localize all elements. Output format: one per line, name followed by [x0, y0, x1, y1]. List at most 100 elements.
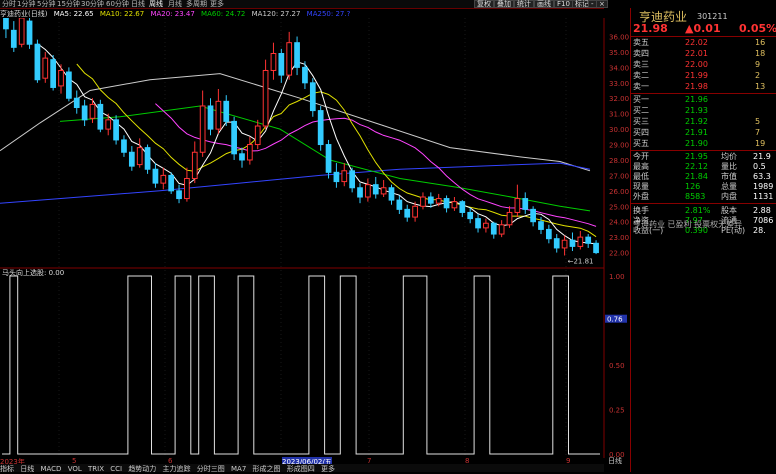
indicator-tick-label: 0.50	[609, 362, 625, 370]
indicator-current-value: 0.76	[607, 316, 623, 324]
overlay-button[interactable]: 叠加	[494, 0, 514, 8]
candle-down	[467, 211, 474, 220]
tab-period-8[interactable]: 月线	[168, 0, 182, 9]
kline-chart[interactable]: ← 39.05←21.81 1.000.760.500.250.000.76日线…	[0, 18, 630, 472]
close-button[interactable]: ×	[596, 0, 608, 8]
bid-row: 买五 21.90 19	[633, 139, 766, 148]
candle-up	[184, 177, 190, 200]
price-tick-label: 30.00	[609, 126, 629, 134]
candle-down	[144, 147, 151, 170]
candle-down	[553, 238, 560, 249]
candle-up	[506, 211, 513, 226]
candle-up	[561, 239, 568, 249]
candle-up	[199, 105, 206, 153]
candle-down	[357, 187, 363, 198]
candle-down	[443, 198, 450, 209]
tab-period-9[interactable]: 多周期	[186, 0, 207, 9]
candle-down	[231, 120, 237, 155]
signal-line	[2, 275, 600, 455]
draw-button[interactable]: 画线	[534, 0, 554, 8]
ask-row: 卖五 22.02 16	[633, 38, 766, 47]
candle-up	[435, 198, 442, 204]
candle-down	[404, 208, 411, 218]
candle-up	[270, 52, 277, 71]
candle-down	[34, 43, 41, 81]
indicator-tick-label: 0.25	[609, 407, 625, 415]
price-tick-label: 23.00	[609, 234, 629, 242]
candle-down	[459, 201, 466, 213]
price-tick-label: 22.00	[609, 250, 629, 258]
candle-down	[522, 198, 529, 210]
ask-row: 卖一 21.98 13	[633, 82, 766, 91]
tab-period-0[interactable]: 分时	[2, 0, 16, 9]
price-change: ▲0.01	[685, 22, 721, 35]
candle-up	[380, 187, 387, 195]
stock-code: 301211	[697, 12, 728, 21]
ma60-label: MA60: 24.72	[201, 10, 246, 18]
candle-down	[113, 119, 119, 141]
date-axis: 2023年 5 6 2023/06/02/五 7 8 9	[0, 457, 604, 467]
fuquan-button[interactable]: 复权	[474, 0, 494, 8]
ma10-label: MA10: 22.67	[99, 10, 145, 18]
tab-period-2[interactable]: 5分钟	[37, 0, 55, 9]
candle-down	[26, 20, 33, 45]
price-tick-label: 26.00	[609, 188, 629, 196]
candle-up	[498, 224, 505, 235]
tab-period-10[interactable]: 更多	[210, 0, 224, 9]
f10-button[interactable]: F10	[554, 0, 573, 8]
candle-up	[341, 170, 348, 183]
candle-down	[538, 221, 544, 230]
quote-panel: 亨迪药业 301211 21.98 ▲0.01 0.05% 卖五 22.02 16 卖…	[630, 8, 776, 472]
candle-down	[545, 228, 552, 240]
ma120-label: MA120: 27.27	[251, 10, 301, 18]
candle-up	[262, 69, 269, 127]
candle-up	[412, 205, 418, 218]
price-change-pct: 0.05%	[739, 22, 776, 35]
indicator-tabs: 指标 日线 MACD VOL TRIX CCI 趋势动力 主力追踪 分时三图 M…	[0, 464, 604, 473]
tab-period-5[interactable]: 60分钟	[106, 0, 129, 9]
low-price-label: ←21.81	[568, 258, 594, 266]
stats-button[interactable]: 统计	[514, 0, 534, 8]
candle-down	[372, 184, 379, 195]
candle-down	[294, 42, 300, 68]
tab-period-4[interactable]: 30分钟	[81, 0, 104, 9]
candle-up	[42, 57, 49, 79]
candle-down	[239, 153, 245, 161]
ask-row: 卖四 22.01 18	[633, 49, 766, 58]
candle-up	[89, 103, 96, 119]
price-tick-label: 29.00	[609, 142, 629, 150]
candle-down	[207, 105, 214, 130]
candle-down	[333, 171, 340, 183]
ma20-line	[155, 103, 597, 227]
candle-down	[325, 144, 332, 173]
price-tick-label: 32.00	[609, 95, 629, 103]
tab-period-6[interactable]: 日线	[131, 0, 145, 9]
candle-down	[66, 71, 72, 99]
candle-down	[128, 151, 135, 167]
tab-period-1[interactable]: 1分钟	[17, 0, 35, 9]
tab-period-3[interactable]: 15分钟	[57, 0, 80, 9]
period-label: 日线	[608, 456, 622, 465]
stat-row-2: 换手 2.81% 股本 2.88	[633, 206, 771, 215]
tab-period-7[interactable]: 周线	[149, 0, 163, 9]
price-tick-label: 28.00	[609, 157, 629, 165]
stat-row: 今开 21.95 均价 21.9	[633, 152, 771, 161]
candle-down	[490, 222, 497, 235]
indicator-title: 马头向上选股: 0.00	[2, 269, 65, 277]
candle-down	[530, 208, 536, 223]
candle-up	[215, 100, 222, 130]
price-tick-label: 36.00	[609, 34, 629, 42]
price-tick-label: 31.00	[609, 111, 629, 119]
candle-up	[451, 201, 458, 209]
candle-up	[254, 125, 261, 146]
bid-row: 买三 21.92 5	[633, 117, 761, 126]
candle-down	[569, 239, 576, 247]
candle-down	[97, 103, 104, 130]
candle-up	[58, 69, 64, 87]
candle-down	[73, 97, 80, 109]
candle-up	[18, 18, 25, 45]
last-price: 21.98	[633, 22, 668, 35]
stat-row: 现量 126 总量 1989	[633, 182, 774, 191]
candle-down	[3, 18, 9, 30]
candle-down	[317, 110, 324, 146]
